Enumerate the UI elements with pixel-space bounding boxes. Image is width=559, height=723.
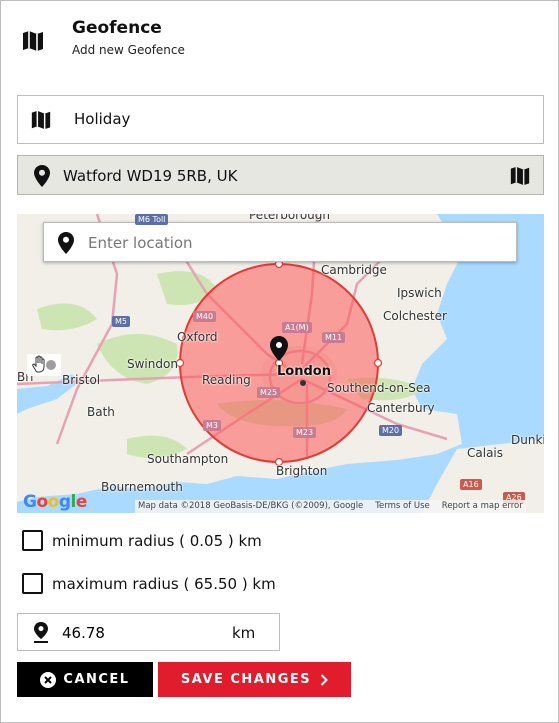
map-toggle-icon[interactable] [509,165,531,191]
max-radius-checkbox[interactable] [22,573,43,594]
road-shield: M20 [379,425,403,436]
address-field[interactable]: Watford WD19 5RB, UK [17,155,544,195]
min-radius-option[interactable]: minimum radius ( 0.05 ) km [22,530,262,551]
radius-unit: km [232,624,256,642]
map-label: Colchester [383,309,447,323]
geofence-map[interactable]: Peterborough Cambridge Ipswich Colcheste… [17,214,544,513]
road-shield: A1(M) [282,322,312,333]
location-search-input[interactable] [88,231,508,255]
map-label: Bath [87,405,115,419]
hand-cursor-icon[interactable] [27,354,61,376]
road-shield: M11 [322,332,346,343]
map-label: Canterbury [367,401,435,415]
map-label: Peterborough [249,214,331,222]
map-label: Bristol [62,373,101,387]
cancel-button[interactable]: CANCEL [17,662,153,697]
map-pin-icon [34,165,50,191]
geofence-name-value[interactable]: Holiday [74,110,130,128]
map-label: Swindon [127,357,178,371]
road-shield: A16 [460,479,482,490]
map-label: Cambridge [321,263,387,277]
map-attribution: Map data ©2018 GeoBasis-DE/BKG (©2009), … [135,500,526,513]
map-label: Calais [467,446,504,460]
map-label: Bournemouth [101,480,183,494]
min-radius-checkbox[interactable] [22,530,43,551]
radius-field[interactable]: km [17,613,280,651]
map-label: Oxford [177,330,218,344]
min-radius-label: minimum radius ( 0.05 ) km [52,531,262,550]
road-shield: M5 [112,316,130,327]
page-subtitle: Add new Geofence [72,43,185,57]
road-shield: M23 [293,427,317,438]
report-error-link[interactable]: Report a map error [442,501,523,512]
max-radius-label: maximum radius ( 65.50 ) km [52,574,276,593]
cancel-label: CANCEL [63,672,130,687]
save-changes-button[interactable]: SAVE CHANGES [158,662,351,697]
google-logo: Google [23,492,87,512]
map-label: Southend-on-Sea [327,381,431,395]
map-icon [30,109,52,135]
map-icon [21,29,45,53]
save-label: SAVE CHANGES [180,672,312,687]
page-title: Geofence [72,18,162,38]
map-label: Dunki [511,433,544,447]
radius-input[interactable] [62,622,212,644]
road-shield: M25 [257,387,281,398]
map-label: Ipswich [397,286,442,300]
max-radius-option[interactable]: maximum radius ( 65.50 ) km [22,573,276,594]
close-circle-icon [40,671,57,688]
road-shield: M40 [193,311,217,322]
chevron-right-icon [320,673,329,686]
map-data-credit: Map data ©2018 GeoBasis-DE/BKG (©2009), … [138,501,364,511]
terms-link[interactable]: Terms of Use [375,501,430,512]
geofence-dialog: Geofence Add new Geofence Holiday Watfor… [0,0,559,723]
map-label: London [277,364,331,379]
map-label: Brighton [276,464,328,478]
geofence-name-field[interactable]: Holiday [17,95,544,144]
map-label: Southampton [147,452,229,466]
road-shield: M3 [203,420,221,431]
location-radius-icon [33,622,49,648]
location-search[interactable] [43,222,517,262]
address-value: Watford WD19 5RB, UK [63,167,238,185]
map-pin-icon [58,232,74,258]
road-shield: M6 Toll [135,214,169,225]
map-label: Reading [202,373,251,387]
